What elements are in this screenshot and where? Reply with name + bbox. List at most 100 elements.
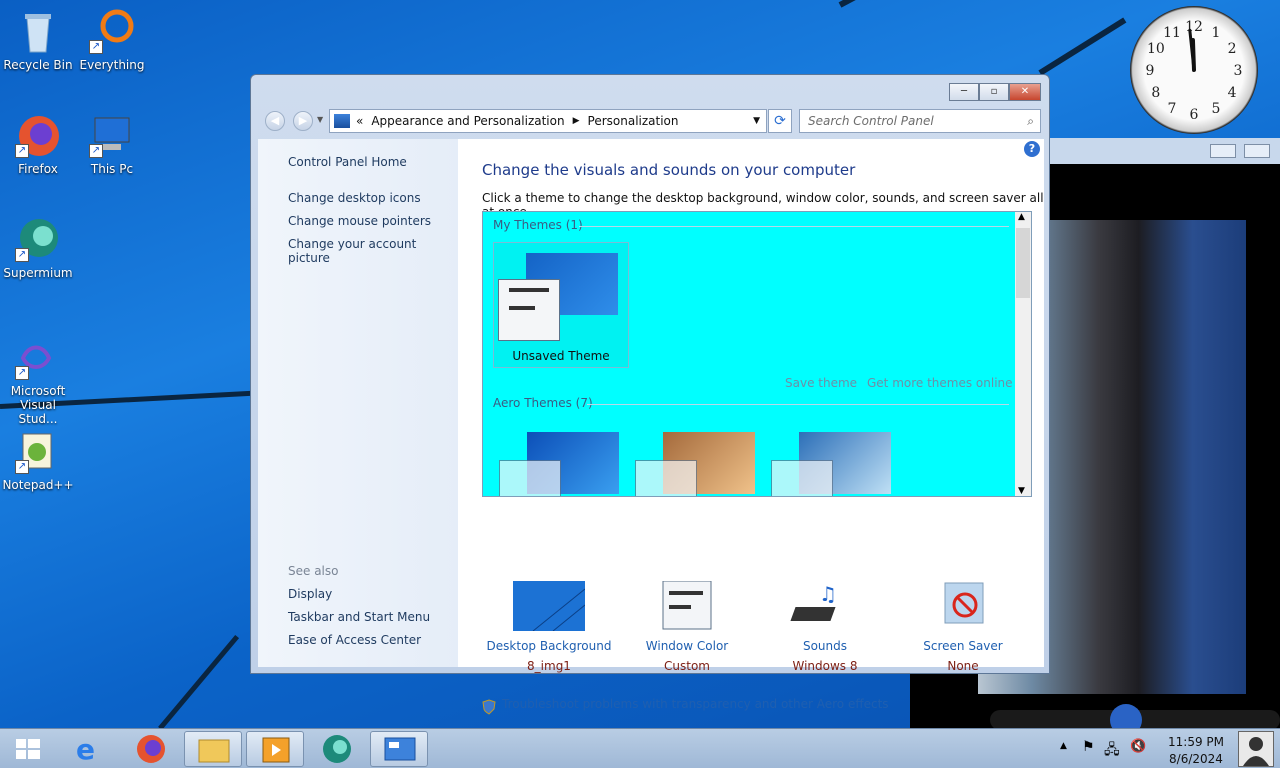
clock-numeral: 3 xyxy=(1234,63,1243,79)
forward-button[interactable]: ▶ xyxy=(293,111,313,131)
desktop-icon-label: Supermium xyxy=(3,266,73,280)
troubleshoot-link[interactable]: Troubleshoot problems with transparency … xyxy=(502,697,889,711)
firefox-icon xyxy=(137,735,165,763)
theme-aero-characters[interactable] xyxy=(769,430,893,496)
clock-numeral: 6 xyxy=(1190,107,1199,123)
desktop-icon-label: Microsoft Visual Stud... xyxy=(10,384,66,426)
computer-icon: ↗ xyxy=(89,112,135,158)
ease-of-access-link[interactable]: Ease of Access Center xyxy=(288,633,421,647)
taskbar-control-panel[interactable] xyxy=(370,731,428,767)
see-also-heading: See also xyxy=(288,564,339,578)
clock-time: 11:59 PM xyxy=(1168,735,1224,749)
supermium-icon xyxy=(323,735,351,763)
shortcut-arrow-icon: ↗ xyxy=(15,366,29,380)
desktop-icon-this-pc[interactable]: ↗ This Pc xyxy=(74,112,150,176)
screen-saver-setting[interactable]: Screen Saver None xyxy=(898,581,1028,673)
desktop-icon-visual-studio[interactable]: ↗ Microsoft Visual Stud... xyxy=(0,334,76,426)
desktop-icon-label: This Pc xyxy=(90,162,134,176)
theme-list[interactable]: My Themes (1) Unsaved Theme Save theme G… xyxy=(482,211,1032,497)
clock-numeral: 1 xyxy=(1212,25,1221,41)
back-button[interactable]: ◀ xyxy=(265,111,285,131)
taskbar-internet-explorer[interactable]: e xyxy=(62,731,120,767)
action-center-flag-icon[interactable]: ⚑ xyxy=(1082,739,1095,755)
theme-list-scrollbar[interactable]: ▲ ▼ xyxy=(1015,212,1031,496)
help-icon[interactable]: ? xyxy=(1024,141,1040,157)
clock-gadget[interactable]: 12 1 2 3 4 5 6 7 8 9 10 11 xyxy=(1130,6,1258,134)
clock-numeral: 8 xyxy=(1151,85,1160,101)
save-theme-link[interactable]: Save theme xyxy=(785,376,857,390)
taskbar-firefox[interactable] xyxy=(122,731,180,767)
search-icon[interactable]: ⌕ xyxy=(1027,110,1034,132)
start-button[interactable] xyxy=(0,731,58,767)
change-mouse-pointers-link[interactable]: Change mouse pointers xyxy=(288,214,431,228)
desktop-icon-supermium[interactable]: ↗ Supermium xyxy=(0,216,76,280)
video-minimize-button[interactable] xyxy=(1210,144,1236,158)
personalization-window[interactable]: ─ ▫ ✕ ◀ ▶ ▼ « Appearance and Personaliza… xyxy=(250,74,1050,715)
refresh-button[interactable]: ⟳ xyxy=(768,109,792,133)
address-dropdown-icon[interactable]: ▼ xyxy=(753,116,760,126)
control-panel-icon xyxy=(334,114,350,128)
taskbar-start-menu-link[interactable]: Taskbar and Start Menu xyxy=(288,610,430,624)
minimize-button[interactable]: ─ xyxy=(949,83,979,101)
scroll-up-icon[interactable]: ▲ xyxy=(1018,212,1025,222)
display-link[interactable]: Display xyxy=(288,587,332,601)
window-color-setting[interactable]: Window Color Custom xyxy=(622,580,752,673)
recent-pages-chevron-icon[interactable]: ▼ xyxy=(317,115,323,124)
control-panel-home-link[interactable]: Control Panel Home xyxy=(288,155,407,169)
shortcut-arrow-icon: ↗ xyxy=(89,144,103,158)
setting-label: Screen Saver xyxy=(923,639,1003,653)
theme-thumbnail-window xyxy=(498,279,560,341)
search-input[interactable]: Search Control Panel ⌕ xyxy=(799,109,1041,133)
change-desktop-icons-link[interactable]: Change desktop icons xyxy=(288,191,421,205)
close-button[interactable]: ✕ xyxy=(1009,83,1041,101)
desktop-icon-firefox[interactable]: ↗ Firefox xyxy=(0,112,76,176)
desktop-icon-label: Everything xyxy=(79,58,145,72)
breadcrumb-personalization[interactable]: Personalization xyxy=(588,114,679,128)
network-icon[interactable]: 🖧 xyxy=(1104,739,1120,763)
shield-icon xyxy=(482,699,496,718)
theme-aero-windows[interactable] xyxy=(497,430,621,496)
clock-numeral: 7 xyxy=(1168,101,1177,117)
breadcrumb-overflow-icon[interactable]: « xyxy=(356,114,363,128)
theme-aero-architecture[interactable] xyxy=(633,430,757,496)
setting-label: Window Color xyxy=(645,639,729,653)
setting-value: None xyxy=(947,659,979,673)
taskbar-file-explorer[interactable] xyxy=(184,731,242,767)
desktop-icon-label: Firefox xyxy=(18,162,58,176)
breadcrumb-appearance[interactable]: Appearance and Personalization xyxy=(371,114,564,128)
system-clock[interactable]: 11:59 PM 8/6/2024 xyxy=(1168,735,1224,766)
address-bar[interactable]: « Appearance and Personalization ▶ Perso… xyxy=(329,109,767,133)
maximize-button[interactable]: ▫ xyxy=(979,83,1009,101)
theme-thumbnail-window xyxy=(771,460,833,496)
theme-unsaved[interactable]: Unsaved Theme xyxy=(493,242,629,368)
clock-numeral: 4 xyxy=(1228,85,1237,101)
breadcrumb-separator-icon: ▶ xyxy=(572,116,580,126)
scrollbar-thumb[interactable] xyxy=(1016,228,1030,298)
video-maximize-button[interactable] xyxy=(1244,144,1270,158)
video-controls-bar[interactable] xyxy=(990,704,1280,736)
setting-label: Desktop Background xyxy=(486,639,612,653)
supermium-icon: ↗ xyxy=(15,216,61,262)
everything-search-icon: ↗ xyxy=(89,8,135,54)
desktop-icon-everything[interactable]: ↗ Everything xyxy=(74,8,150,72)
my-themes-header: My Themes (1) xyxy=(493,218,583,232)
internet-explorer-icon: e xyxy=(76,733,95,766)
wallpaper-streak xyxy=(158,634,240,731)
clock-date: 8/6/2024 xyxy=(1169,752,1223,766)
desktop-background-setting[interactable]: Desktop Background 8_img1 xyxy=(484,581,614,673)
desktop-icon-recycle-bin[interactable]: Recycle Bin xyxy=(0,8,76,72)
sounds-setting[interactable]: ♫ Sounds Windows 8 xyxy=(760,581,890,673)
clock-numeral: 10 xyxy=(1147,41,1165,57)
visual-studio-icon: ↗ xyxy=(15,334,61,380)
change-account-picture-link[interactable]: Change your account picture xyxy=(288,237,458,265)
show-hidden-icons-icon[interactable]: ▲ xyxy=(1060,741,1067,751)
scroll-down-icon[interactable]: ▼ xyxy=(1018,486,1025,496)
desktop-icon-notepad-plus-plus[interactable]: ↗ Notepad++ xyxy=(0,428,76,492)
volume-muted-icon[interactable]: 🔇 xyxy=(1130,739,1146,754)
theme-label: Unsaved Theme xyxy=(512,349,610,363)
taskbar-supermium[interactable] xyxy=(308,731,366,767)
taskbar-media-player[interactable] xyxy=(246,731,304,767)
get-more-themes-link[interactable]: Get more themes online xyxy=(867,376,1013,390)
user-avatar[interactable] xyxy=(1238,731,1274,767)
clock-numeral: 11 xyxy=(1163,25,1181,41)
